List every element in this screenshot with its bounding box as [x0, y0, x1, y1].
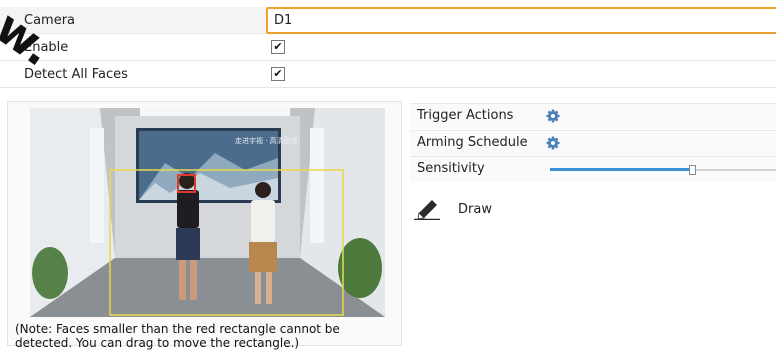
trigger-actions-label: Trigger Actions [417, 108, 514, 123]
pencil-icon [414, 200, 440, 220]
trigger-actions-row: Trigger Actions [410, 103, 776, 129]
camera-label: Camera [24, 13, 76, 28]
sensitivity-label: Sensitivity [417, 161, 485, 176]
enable-label: Enable [24, 40, 69, 55]
slider-thumb[interactable] [689, 165, 696, 175]
enable-row: Enable ✔ [0, 34, 776, 61]
note-line-1: (Note: Faces smaller than the red rectan… [15, 322, 340, 336]
slider-fill [550, 168, 692, 171]
detect-all-faces-label: Detect All Faces [24, 67, 128, 82]
detect-all-faces-checkbox[interactable]: ✔ [271, 67, 285, 81]
note-line-2: detected. You can drag to move the recta… [15, 336, 300, 350]
camera-field[interactable] [266, 7, 776, 34]
sensitivity-row: Sensitivity [410, 156, 776, 182]
arming-schedule-gear-icon[interactable] [546, 136, 560, 150]
trigger-actions-gear-icon[interactable] [546, 109, 560, 123]
sensitivity-slider[interactable] [550, 165, 776, 175]
arming-schedule-row: Arming Schedule [410, 130, 776, 156]
enable-checkbox[interactable]: ✔ [271, 40, 285, 54]
screen-caption: 走进宇视 · 高清图像 [235, 136, 298, 145]
draw-label: Draw [458, 202, 492, 217]
draw-button[interactable]: Draw [412, 196, 532, 222]
arming-schedule-label: Arming Schedule [417, 135, 528, 150]
detect-all-faces-row: Detect All Faces ✔ [0, 61, 776, 88]
live-preview: 走进宇视 · 高清图像 [30, 108, 385, 317]
preview-note: (Note: Faces smaller than the red rectan… [15, 322, 395, 350]
